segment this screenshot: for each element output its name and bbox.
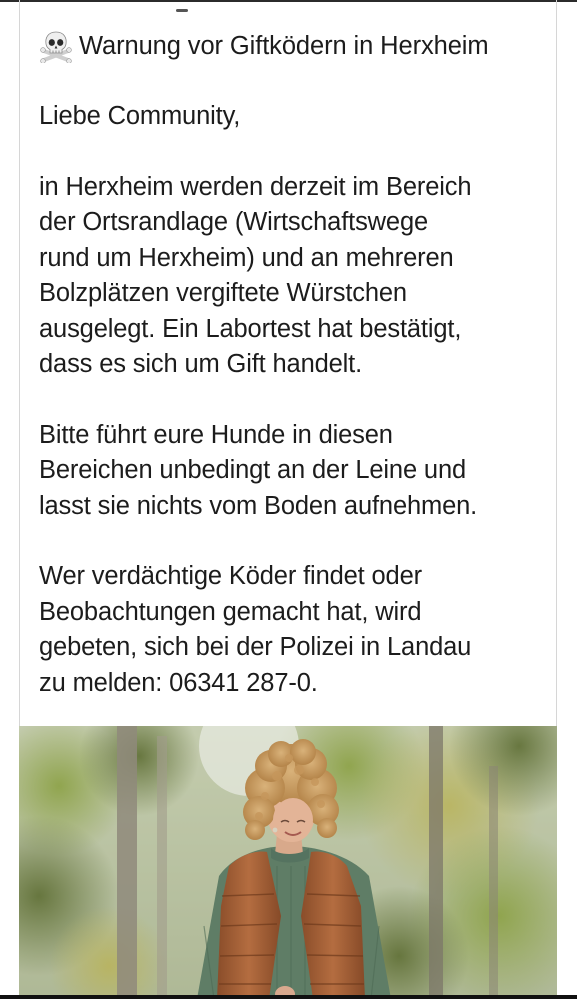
bottom-divider [0,995,577,999]
post-screenshot: Warnung vor Giftködern in Herxheim Liebe… [0,0,577,999]
post-greeting: Liebe Community, [39,102,241,130]
photo-illustration [19,726,557,999]
post-title: Warnung vor Giftködern in Herxheim [79,31,489,60]
card-right-border [556,0,557,726]
top-divider [0,0,577,2]
post-title-row: Warnung vor Giftködern in Herxheim [39,26,544,66]
scroll-handle [176,9,188,12]
card-left-border [19,0,20,726]
post-paragraph-1: in Herxheim werden derzeit im Bereich de… [39,172,472,379]
post-paragraph-2: Bitte führt eure Hunde in diesen Bereich… [39,420,478,520]
post-paragraph-3: Wer verdächtige Köder findet oder Beobac… [39,562,472,697]
post-body: Warnung vor Giftködern in Herxheim Liebe… [39,26,544,701]
skull-and-crossbones-icon [39,29,73,64]
post-photo[interactable] [19,726,557,999]
